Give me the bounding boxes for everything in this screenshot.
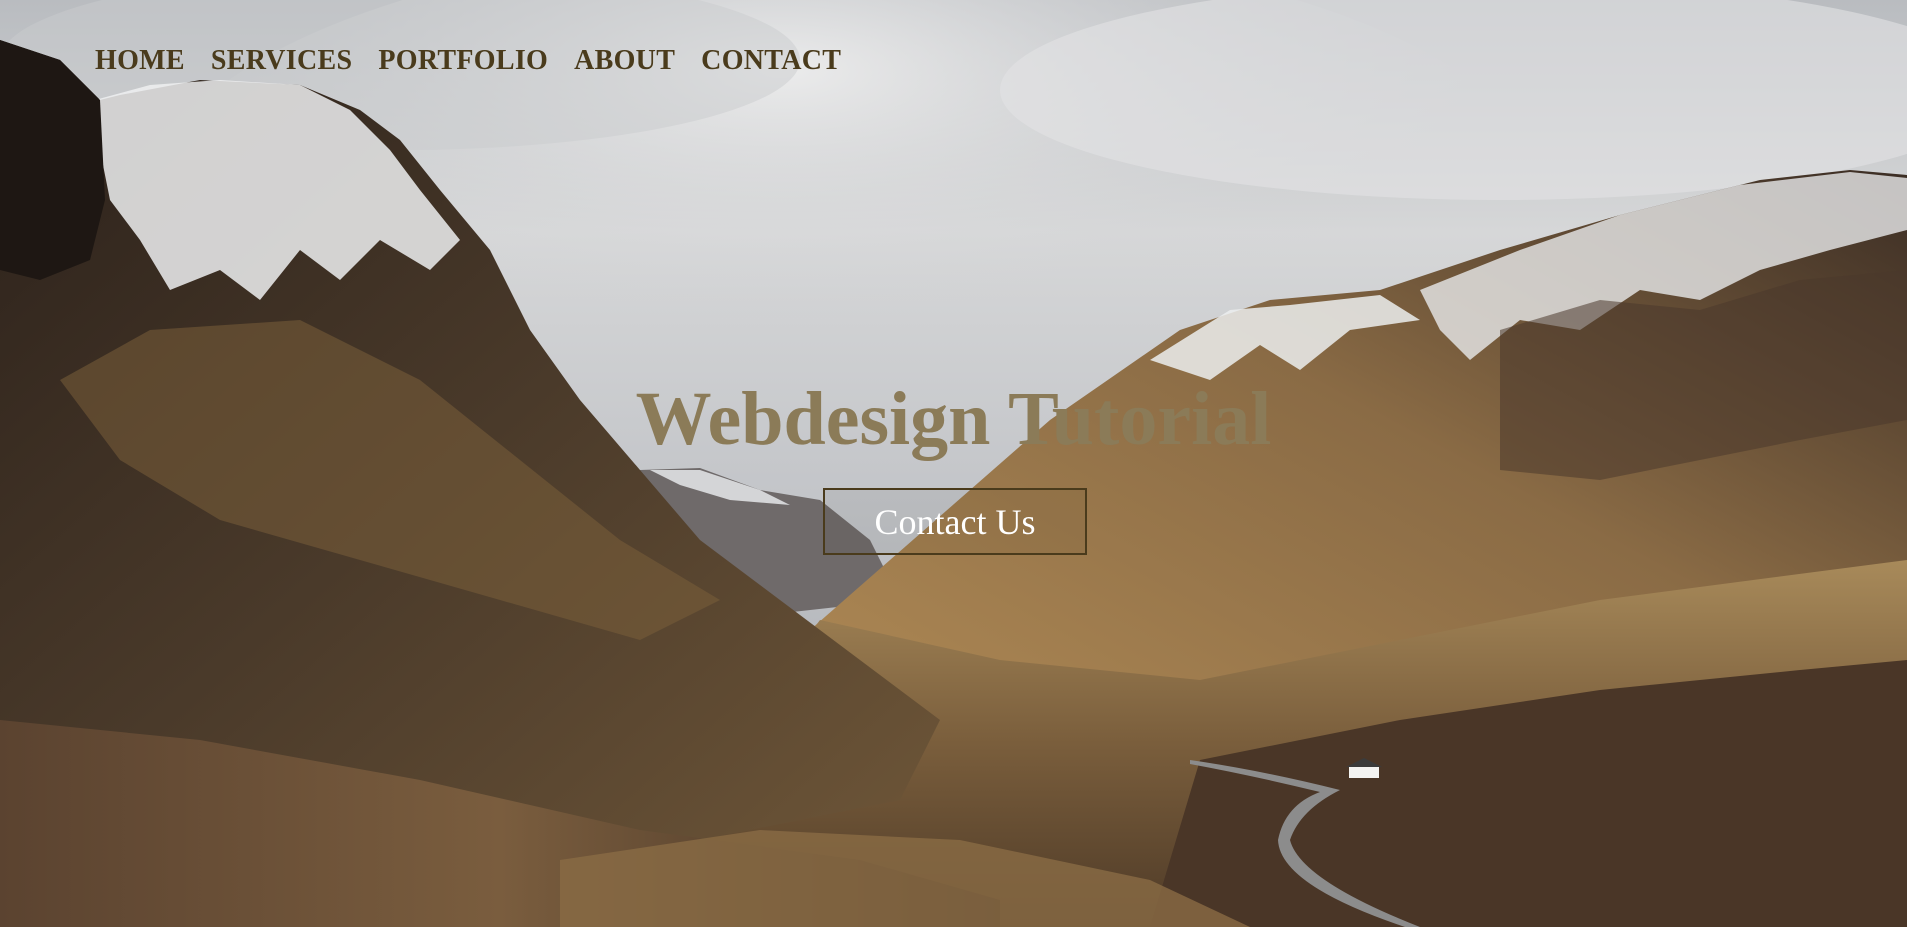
hero-background-image bbox=[0, 0, 1907, 927]
hero-title: Webdesign Tutorial bbox=[635, 377, 1272, 461]
nav-item-services[interactable]: SERVICES bbox=[211, 44, 352, 78]
hero-section: HOME SERVICES PORTFOLIO ABOUT CONTACT We… bbox=[0, 0, 1907, 927]
nav-item-home[interactable]: HOME bbox=[95, 44, 185, 78]
nav-item-contact[interactable]: CONTACT bbox=[701, 44, 841, 78]
contact-us-button[interactable]: Contact Us bbox=[823, 488, 1087, 555]
main-nav: HOME SERVICES PORTFOLIO ABOUT CONTACT bbox=[95, 44, 841, 78]
nav-item-portfolio[interactable]: PORTFOLIO bbox=[378, 44, 548, 78]
nav-item-about[interactable]: ABOUT bbox=[574, 44, 675, 78]
